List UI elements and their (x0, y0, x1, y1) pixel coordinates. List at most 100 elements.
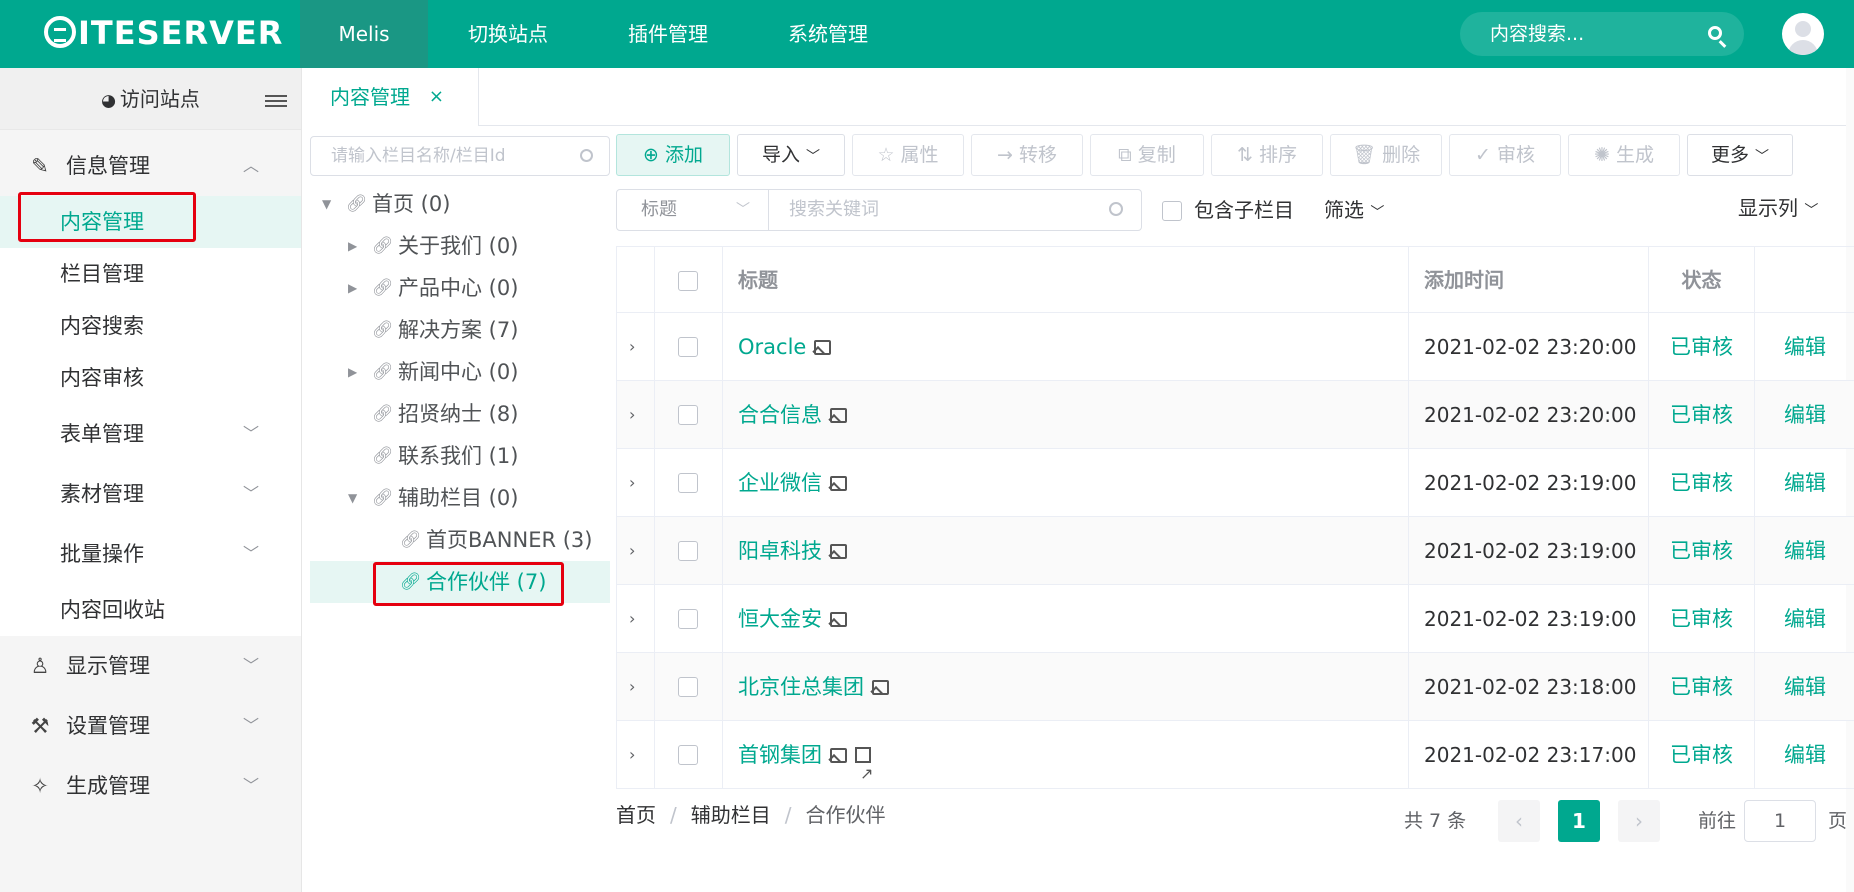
visit-site-link[interactable]: ◕ 访问站点 (101, 87, 200, 111)
menu-group-display[interactable]: ♙ 显示管理 ﹀ (0, 636, 301, 696)
sidebar-item-content-audit[interactable]: 内容审核 (0, 352, 301, 404)
close-icon[interactable]: × (429, 68, 444, 126)
caret-down-icon[interactable]: ▼ (348, 477, 357, 519)
menu-group-info[interactable]: ✎ 信息管理 ︿ (0, 136, 301, 196)
search-icon[interactable] (1109, 202, 1123, 216)
tree-node[interactable]: 🔗︎ 首页BANNER (3) (310, 519, 610, 561)
breadcrumb-item[interactable]: 辅助栏目 (691, 803, 771, 827)
tree-node[interactable]: ▶ 🔗︎ 新闻中心 (0) (310, 351, 610, 393)
column-title[interactable]: 标题 (723, 247, 1409, 312)
sidebar-item-content-search[interactable]: 内容搜索 (0, 300, 301, 352)
show-columns-dropdown[interactable]: 显示列 ﹀ (1738, 193, 1818, 226)
tree-node[interactable]: ▼ 🔗︎ 首页 (0) (310, 183, 610, 225)
nav-site-name[interactable]: Melis (300, 0, 428, 68)
tree-search-input[interactable]: 请输入栏目名称/栏目Id (310, 136, 610, 176)
tab-content-management[interactable]: 内容管理 × (302, 68, 479, 126)
status-cell[interactable]: 已审核 (1649, 653, 1755, 720)
edit-link[interactable]: 编辑 (1755, 517, 1854, 584)
status-cell[interactable]: 已审核 (1649, 449, 1755, 516)
sidebar-item-materials[interactable]: 素材管理 ﹀ (0, 464, 301, 524)
delete-button[interactable]: 🗑︎ 删除 (1330, 134, 1442, 176)
sidebar-item-channels[interactable]: 栏目管理 (0, 248, 301, 300)
chevron-right-icon[interactable]: › (629, 449, 635, 517)
sidebar-item-forms[interactable]: 表单管理 ﹀ (0, 404, 301, 464)
row-checkbox[interactable] (678, 541, 698, 561)
chevron-right-icon[interactable]: › (629, 653, 635, 721)
sidebar-item-content[interactable]: 内容管理 (0, 196, 301, 248)
user-avatar[interactable] (1782, 13, 1824, 55)
menu-group-settings[interactable]: ⚒ 设置管理 ﹀ (0, 696, 301, 756)
sidebar-item-batch[interactable]: 批量操作 ﹀ (0, 524, 301, 584)
collapse-menu-icon[interactable] (265, 95, 287, 107)
edit-link[interactable]: 编辑 (1755, 381, 1854, 448)
more-button[interactable]: 更多 ﹀ (1687, 134, 1793, 176)
edit-link[interactable]: 编辑 (1755, 721, 1854, 788)
prev-page-button[interactable]: ‹ (1498, 800, 1540, 842)
menu-group-generate[interactable]: ✧ 生成管理 ﹀ (0, 756, 301, 816)
generate-button[interactable]: ✺ 生成 (1568, 134, 1680, 176)
chevron-right-icon[interactable]: › (629, 313, 635, 381)
edit-link[interactable]: 编辑 (1755, 585, 1854, 652)
search-icon[interactable] (1708, 26, 1722, 40)
caret-down-icon[interactable]: ▼ (322, 183, 331, 225)
status-cell[interactable]: 已审核 (1649, 517, 1755, 584)
caret-right-icon[interactable]: ▶ (348, 351, 357, 393)
tree-node[interactable]: 🔗︎ 解决方案 (7) (310, 309, 610, 351)
tree-node[interactable]: ▼ 🔗︎ 辅助栏目 (0) (310, 477, 610, 519)
copy-button[interactable]: ⧉ 复制 (1090, 134, 1204, 176)
logo[interactable]: ITESERVER (44, 14, 283, 52)
select-all-checkbox[interactable] (678, 271, 698, 291)
chevron-right-icon[interactable]: › (629, 585, 635, 653)
row-checkbox[interactable] (678, 745, 698, 765)
add-button[interactable]: ⊕ 添加 (616, 134, 730, 176)
row-checkbox[interactable] (678, 405, 698, 425)
chevron-right-icon[interactable]: › (629, 381, 635, 449)
edit-link[interactable]: 编辑 (1755, 313, 1854, 380)
content-title-link[interactable]: 恒大金安 (738, 607, 822, 631)
sort-button[interactable]: ⇅ 排序 (1211, 134, 1323, 176)
content-title-link[interactable]: Oracle (738, 335, 806, 359)
move-button[interactable]: → 转移 (971, 134, 1083, 176)
tree-node[interactable]: ▶ 🔗︎ 产品中心 (0) (310, 267, 610, 309)
tree-node-selected[interactable]: 🔗︎ 合作伙伴 (7) (310, 561, 610, 603)
attribute-button[interactable]: ☆ 属性 (852, 134, 964, 176)
next-page-button[interactable]: › (1618, 800, 1660, 842)
caret-right-icon[interactable]: ▶ (348, 267, 357, 309)
row-checkbox[interactable] (678, 609, 698, 629)
row-checkbox[interactable] (678, 473, 698, 493)
audit-button[interactable]: ✓ 审核 (1449, 134, 1561, 176)
checkbox[interactable] (1162, 201, 1182, 221)
tree-node[interactable]: 🔗︎ 联系我们 (1) (310, 435, 610, 477)
chevron-right-icon[interactable]: › (629, 721, 635, 789)
content-title-link[interactable]: 企业微信 (738, 471, 822, 495)
edit-link[interactable]: 编辑 (1755, 653, 1854, 720)
row-checkbox[interactable] (678, 677, 698, 697)
status-cell[interactable]: 已审核 (1649, 721, 1755, 788)
breadcrumb-item[interactable]: 首页 (616, 803, 656, 827)
status-cell[interactable]: 已审核 (1649, 381, 1755, 448)
include-children-checkbox[interactable]: 包含子栏目 (1162, 195, 1294, 225)
search-field-select[interactable]: 标题 ﹀ (617, 190, 769, 230)
content-title-link[interactable]: 阳卓科技 (738, 539, 822, 563)
content-title-link[interactable]: 北京住总集团 (738, 675, 864, 699)
nav-switch-site[interactable]: 切换站点 (428, 0, 588, 68)
content-title-link[interactable]: 首钢集团 (738, 743, 822, 767)
import-button[interactable]: 导入 ﹀ (737, 134, 845, 176)
nav-plugins[interactable]: 插件管理 (588, 0, 748, 68)
tree-node[interactable]: 🔗︎ 招贤纳士 (8) (310, 393, 610, 435)
keyword-input[interactable]: 搜索关键词 (789, 190, 879, 230)
status-cell[interactable]: 已审核 (1649, 313, 1755, 380)
tree-node[interactable]: ▶ 🔗︎ 关于我们 (0) (310, 225, 610, 267)
chevron-right-icon[interactable]: › (629, 517, 635, 585)
column-status[interactable]: 状态 (1649, 247, 1755, 312)
column-time[interactable]: 添加时间 (1409, 247, 1649, 312)
filter-dropdown[interactable]: 筛选 ﹀ (1324, 195, 1384, 228)
goto-page-input[interactable]: 1 (1744, 800, 1816, 842)
row-checkbox[interactable] (678, 337, 698, 357)
caret-right-icon[interactable]: ▶ (348, 225, 357, 267)
content-search-input[interactable]: 内容搜索... (1460, 12, 1744, 56)
page-number[interactable]: 1 (1558, 800, 1600, 842)
sidebar-item-recycle[interactable]: 内容回收站 (0, 584, 301, 636)
status-cell[interactable]: 已审核 (1649, 585, 1755, 652)
nav-system[interactable]: 系统管理 (748, 0, 908, 68)
